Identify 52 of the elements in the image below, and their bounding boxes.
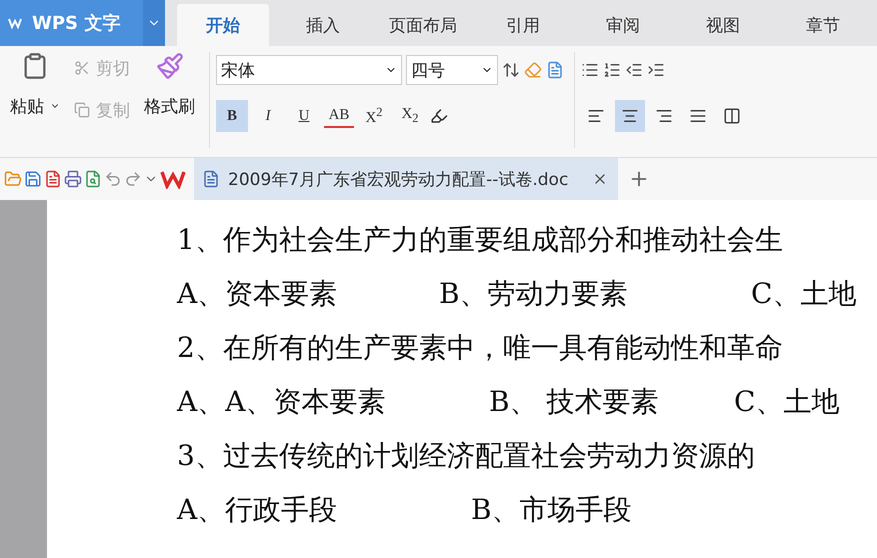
ribbon-tab[interactable]: 开始 — [177, 4, 269, 46]
scissors-icon — [74, 60, 90, 76]
font-name-field[interactable]: 宋体 — [216, 55, 402, 85]
print-icon[interactable] — [64, 170, 82, 188]
document-text: C、土地 — [734, 384, 840, 420]
indent-icon[interactable] — [647, 61, 665, 79]
redo-icon[interactable] — [124, 170, 142, 188]
align-icon — [655, 107, 673, 125]
align-icon — [587, 107, 605, 125]
format-button[interactable]: B — [216, 100, 248, 132]
ribbon-tab[interactable]: 页面布局 — [377, 4, 469, 46]
format-button[interactable]: U — [288, 100, 320, 132]
preview-icon[interactable] — [84, 170, 102, 188]
document-title: 2009年7月广东省宏观劳动力配置--试卷.doc — [228, 168, 568, 190]
document-text: A、A、资本要素 — [177, 384, 386, 420]
align-icon — [723, 107, 741, 125]
document-text: 3、过去传统的计划经济配置社会劳动力资源的 — [177, 438, 755, 474]
document-text: A、行政手段 — [177, 492, 338, 528]
document-text: B、劳动力要素 — [439, 276, 629, 312]
logo-icon — [8, 17, 22, 29]
document-text: 2、在所有的生产要素中，唯一具有能动性和革命 — [177, 330, 783, 366]
document-text: A、资本要素 — [177, 276, 338, 312]
format-button[interactable]: I — [252, 100, 284, 132]
ribbon-tab[interactable]: 审阅 — [577, 4, 669, 46]
format-button[interactable]: X$^{2}$ — [358, 100, 390, 132]
paste-button[interactable]: 粘贴 — [6, 90, 64, 122]
align-icon — [689, 107, 707, 125]
numbered-list-icon[interactable] — [603, 61, 621, 79]
align-icon — [621, 107, 639, 125]
document-tab[interactable]: 2009年7月广东省宏观劳动力配置--试卷.doc — [194, 158, 618, 200]
format-button[interactable]: X$_{2}$ — [394, 100, 426, 132]
outdent-icon[interactable] — [625, 61, 643, 79]
save-icon[interactable] — [24, 170, 42, 188]
copy-icon — [74, 102, 90, 118]
logo-icon[interactable] — [160, 169, 186, 189]
highlighter-icon[interactable] — [430, 107, 448, 125]
document-text: B、 技术要素 — [489, 384, 660, 420]
paintbrush-icon[interactable] — [156, 52, 184, 80]
undo-icon[interactable] — [104, 170, 122, 188]
ribbon-tab[interactable]: 章节 — [777, 4, 869, 46]
ribbon-tab[interactable]: 插入 — [277, 4, 369, 46]
document-text: B、市场手段 — [471, 492, 632, 528]
ribbon-tab[interactable]: 引用 — [477, 4, 569, 46]
format-painter-button[interactable]: 格式刷 — [140, 90, 199, 122]
font-size-field[interactable]: 四号 — [406, 55, 498, 85]
document-text: 1、作为社会生产力的重要组成部分和推动社会生 — [177, 222, 783, 258]
document-icon — [202, 170, 220, 188]
document-text: C、土地 — [751, 276, 856, 312]
ribbon-tab[interactable]: 视图 — [677, 4, 769, 46]
bullet-list-icon[interactable] — [581, 61, 599, 79]
format-button[interactable]: AB — [324, 104, 354, 128]
align-button[interactable] — [615, 100, 645, 132]
